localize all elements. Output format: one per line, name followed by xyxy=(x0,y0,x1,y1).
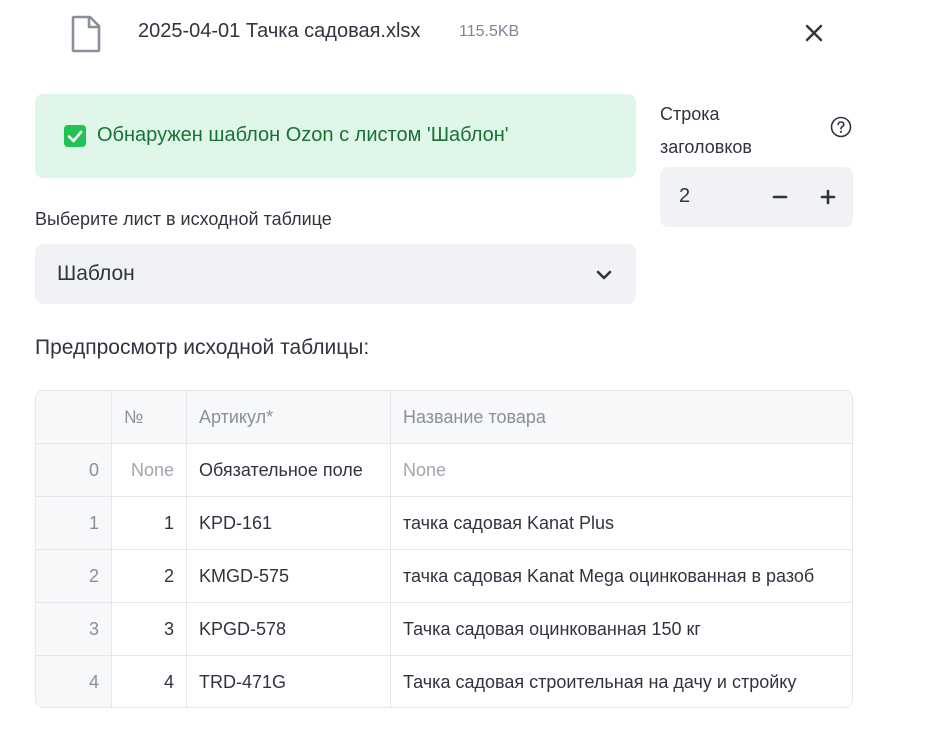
table-header-row: № Артикул* Название товара xyxy=(36,391,852,444)
cell-article[interactable]: KPGD-578 xyxy=(187,603,391,655)
cell-name[interactable]: Тачка садовая строительная на дачу и стр… xyxy=(391,656,852,707)
file-name: 2025-04-01 Тачка садовая.xlsx xyxy=(138,20,421,42)
cell-article[interactable]: Обязательное поле xyxy=(187,444,391,496)
cell-no[interactable]: 1 xyxy=(112,497,187,549)
column-header-name[interactable]: Название товара xyxy=(391,391,852,443)
cell-no[interactable]: 2 xyxy=(112,550,187,602)
column-header-article[interactable]: Артикул* xyxy=(187,391,391,443)
row-index: 3 xyxy=(36,603,112,655)
preview-table[interactable]: № Артикул* Название товара 0 None Обязат… xyxy=(35,390,853,708)
row-index: 0 xyxy=(36,444,112,496)
alert-text: Обнаружен шаблон Ozon с листом 'Шаблон' xyxy=(97,124,509,146)
table-row: 1 1 KPD-161 тачка садовая Kanat Plus xyxy=(36,497,852,550)
sheet-select[interactable]: Шаблон xyxy=(35,244,636,304)
sheet-select-value: Шаблон xyxy=(57,262,135,285)
column-header-index[interactable] xyxy=(36,391,112,443)
table-row: 4 4 TRD-471G Тачка садовая строительная … xyxy=(36,656,852,707)
cell-no[interactable]: None xyxy=(112,444,187,496)
cell-name[interactable]: Тачка садовая оцинкованная 150 кг xyxy=(391,603,852,655)
cell-name[interactable]: тачка садовая Kanat Mega оцинкованная в … xyxy=(391,550,852,602)
row-index: 4 xyxy=(36,656,112,707)
header-row-label: Строка заголовков xyxy=(660,104,752,157)
template-detected-alert: Обнаружен шаблон Ozon с листом 'Шаблон' xyxy=(35,94,636,178)
sheet-select-label: Выберите лист в исходной таблице xyxy=(35,209,332,229)
uploaded-file-row: 2025-04-01 Тачка садовая.xlsx 115.5KB xyxy=(0,0,952,66)
cell-article[interactable]: TRD-471G xyxy=(187,656,391,707)
cell-article[interactable]: KPD-161 xyxy=(187,497,391,549)
row-index: 1 xyxy=(36,497,112,549)
table-row: 0 None Обязательное поле None xyxy=(36,444,852,497)
table-row: 2 2 KMGD-575 тачка садовая Kanat Mega оц… xyxy=(36,550,852,603)
cell-name[interactable]: тачка садовая Kanat Plus xyxy=(391,497,852,549)
cell-article[interactable]: KMGD-575 xyxy=(187,550,391,602)
checkbox-checked-icon xyxy=(64,125,86,147)
help-circle-icon[interactable] xyxy=(830,116,852,138)
cell-name[interactable]: None xyxy=(391,444,852,496)
close-icon[interactable] xyxy=(801,20,827,46)
cell-no[interactable]: 3 xyxy=(112,603,187,655)
row-index: 2 xyxy=(36,550,112,602)
header-row-value[interactable]: 2 xyxy=(679,185,690,208)
cell-no[interactable]: 4 xyxy=(112,656,187,707)
column-header-no[interactable]: № xyxy=(112,391,187,443)
file-size: 115.5KB xyxy=(459,23,520,40)
file-icon xyxy=(71,15,101,53)
increment-button[interactable] xyxy=(813,182,843,212)
chevron-down-icon xyxy=(596,270,612,280)
decrement-button[interactable] xyxy=(765,182,795,212)
table-row: 3 3 KPGD-578 Тачка садовая оцинкованная … xyxy=(36,603,852,656)
preview-title: Предпросмотр исходной таблицы: xyxy=(35,336,370,359)
